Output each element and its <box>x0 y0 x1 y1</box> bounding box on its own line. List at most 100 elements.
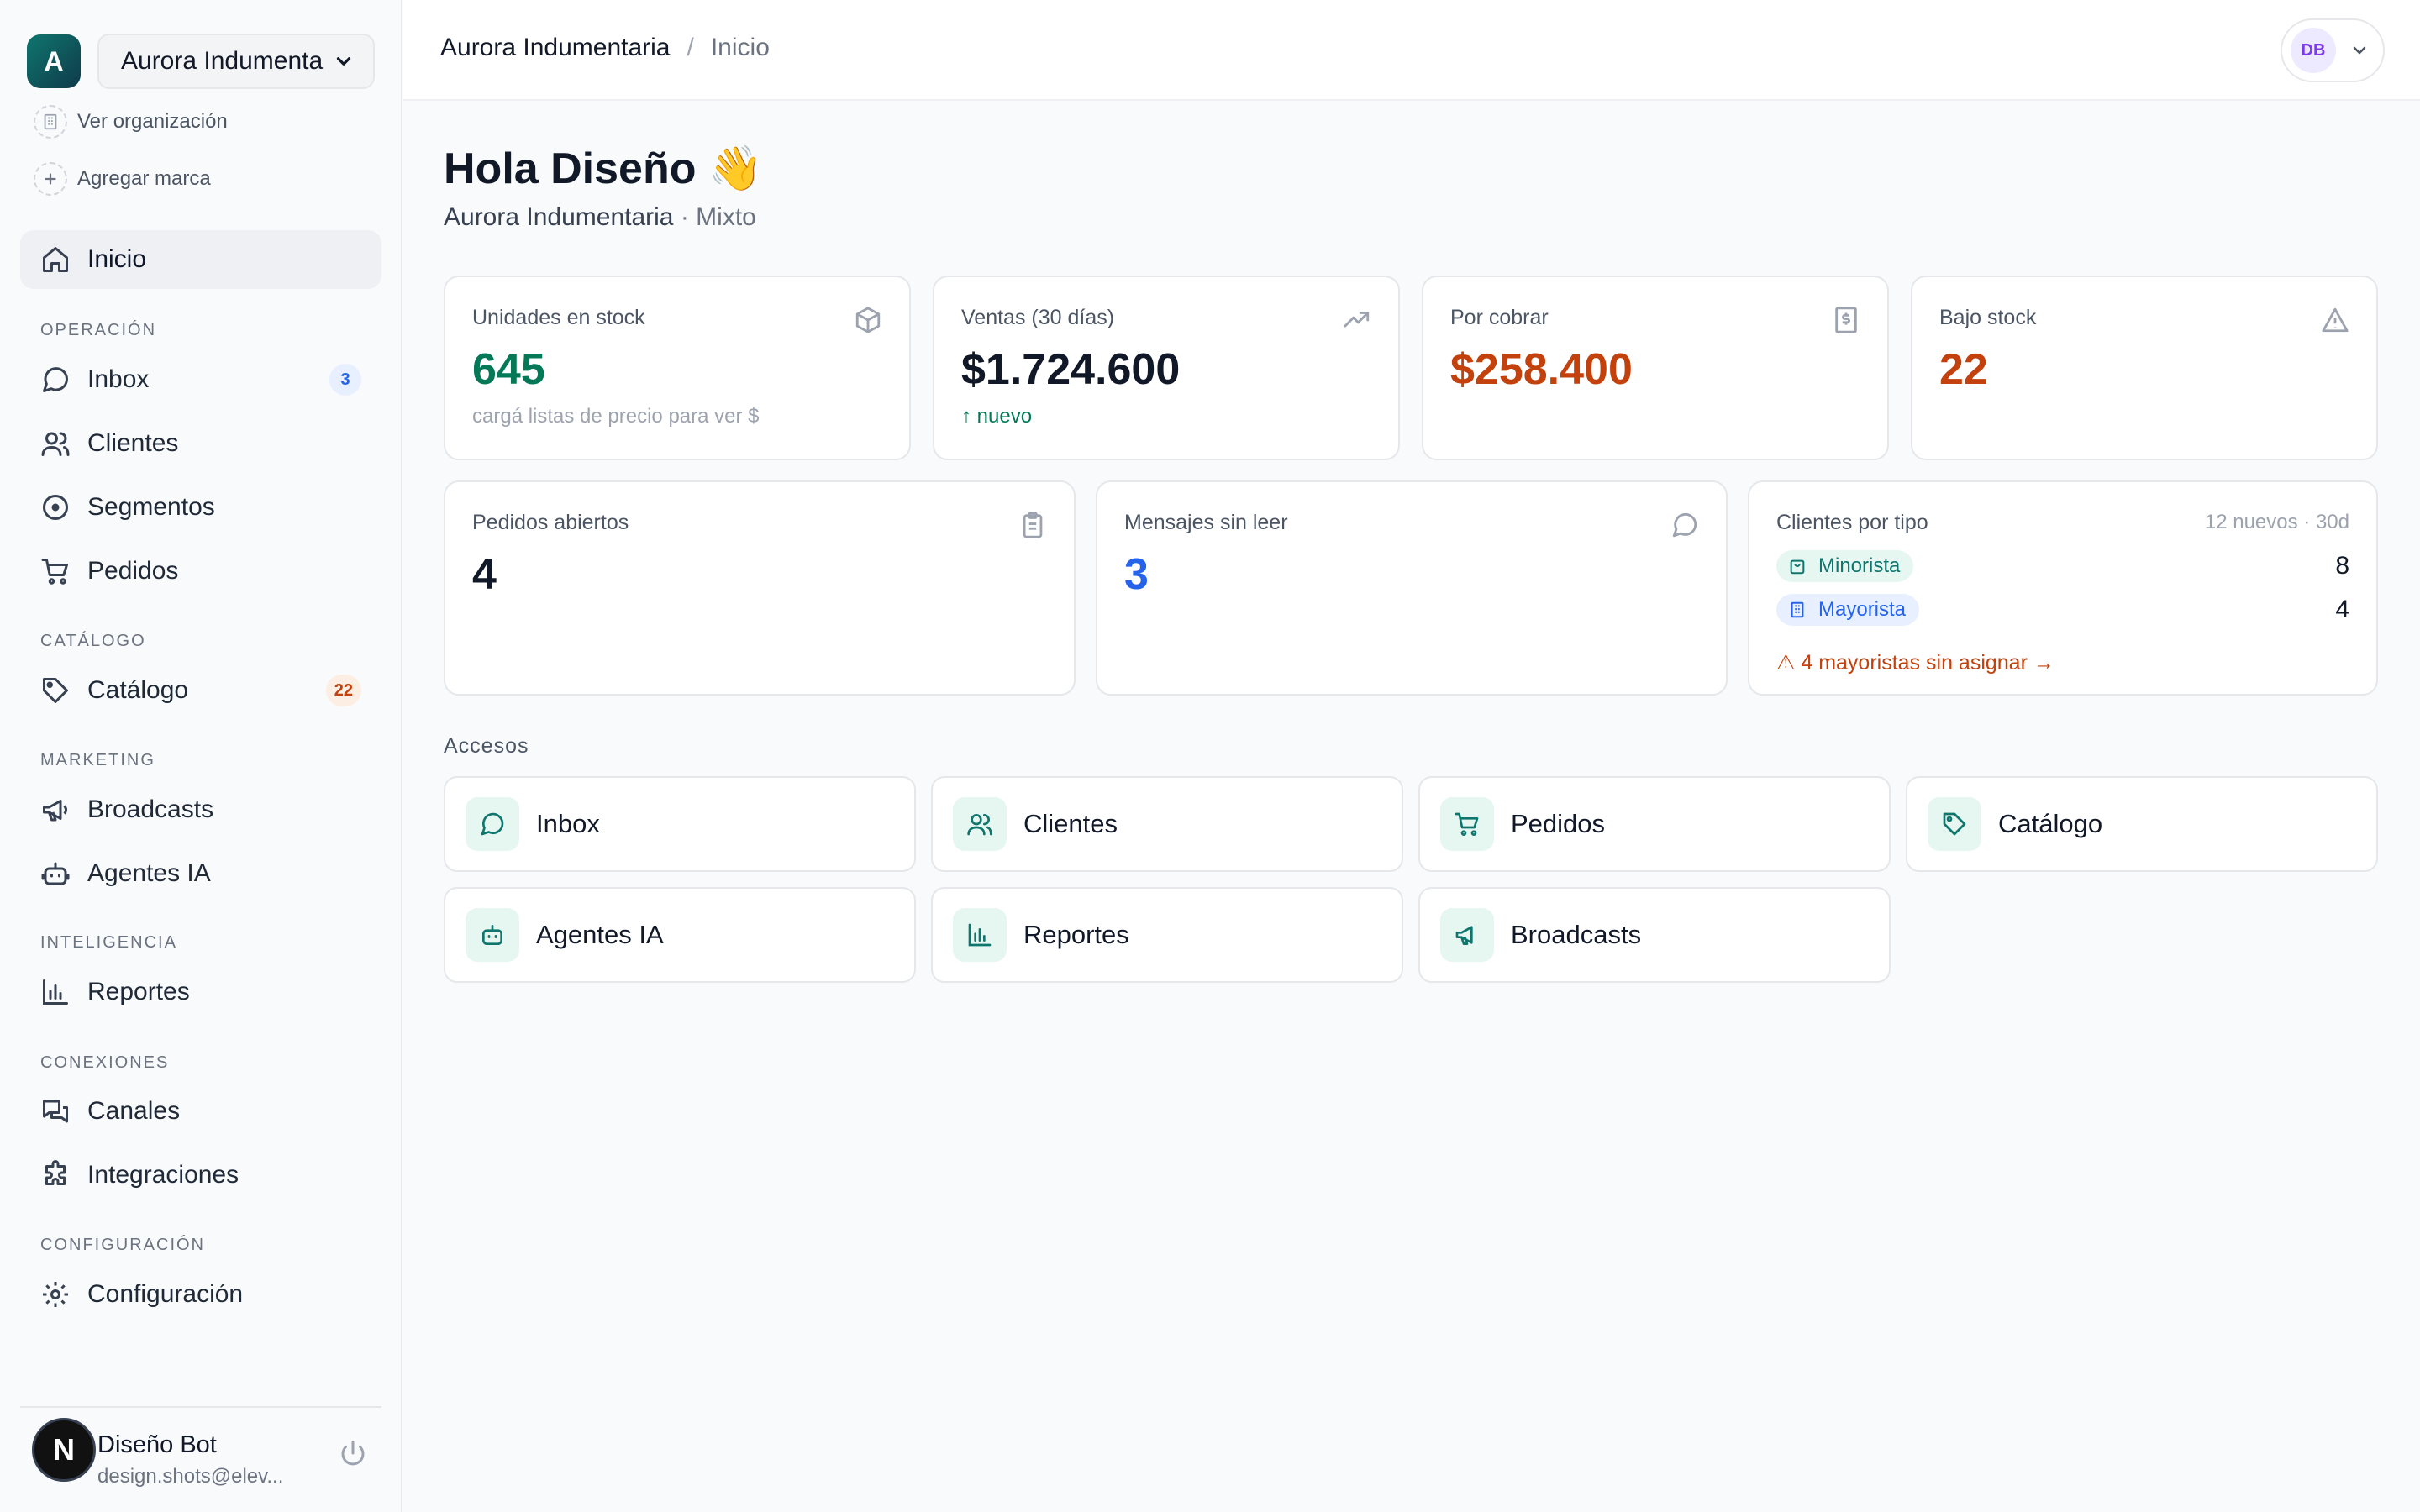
shortcut-pedidos[interactable]: Pedidos <box>1418 776 1891 872</box>
shortcut-agentes[interactable]: Agentes IA <box>444 887 916 983</box>
stat-value: $1.724.600 <box>961 345 1181 394</box>
power-icon[interactable] <box>338 1438 368 1468</box>
message-circle-icon <box>466 797 519 851</box>
shortcut-reportes[interactable]: Reportes <box>931 887 1403 983</box>
nav-section-marketing: Marketing <box>40 751 155 769</box>
stat-value: 4 <box>472 550 497 599</box>
sidebar-item-label: Catálogo <box>87 676 189 704</box>
sidebar-item-clientes[interactable]: Clientes <box>20 414 381 473</box>
cart-icon <box>41 559 68 585</box>
sidebar-item-segmentos[interactable]: Segmentos <box>20 478 381 537</box>
mayorista-row: Mayorista 4 <box>1776 594 2349 626</box>
catalogo-count-badge: 22 <box>325 675 361 706</box>
inbox-count-badge: 3 <box>329 364 361 396</box>
sidebar-item-pedidos[interactable]: Pedidos <box>20 542 381 601</box>
add-brand-label: Agregar marca <box>77 167 211 190</box>
shortcut-label: Broadcasts <box>1511 920 1642 949</box>
nav-section-inteligencia: Inteligencia <box>40 933 177 952</box>
avatar[interactable]: N <box>32 1418 96 1482</box>
account-menu-button[interactable]: DB <box>2281 18 2385 82</box>
stat-card-mensajes[interactable]: Mensajes sin leer 3 <box>1096 480 1728 696</box>
puzzle-icon <box>45 1160 66 1185</box>
sidebar-item-label: Pedidos <box>87 557 179 585</box>
alert-triangle-icon <box>2322 307 2349 333</box>
sidebar-item-catalogo[interactable]: Catálogo 22 <box>20 661 381 720</box>
sidebar-item-label: Broadcasts <box>87 795 214 823</box>
megaphone-icon <box>1440 908 1494 962</box>
org-switcher: A Aurora Indumentaria <box>27 34 375 89</box>
clipboard-icon <box>1023 512 1043 538</box>
sidebar-item-inicio[interactable]: Inicio <box>20 230 381 289</box>
message-circle-icon <box>1672 513 1697 538</box>
sidebar-item-configuracion[interactable]: Configuración <box>20 1265 381 1324</box>
stat-card-pedidos-abiertos[interactable]: Pedidos abiertos 4 <box>444 480 1076 696</box>
sidebar-item-inbox[interactable]: Inbox 3 <box>20 350 381 409</box>
sidebar-item-agentes[interactable]: Agentes IA <box>20 844 381 903</box>
sidebar-item-integraciones[interactable]: Integraciones <box>20 1146 381 1205</box>
stat-label: Unidades en stock <box>472 306 645 329</box>
shortcut-catalogo[interactable]: Catálogo <box>1906 776 2378 872</box>
stat-value: 645 <box>472 345 545 394</box>
sidebar-item-reportes[interactable]: Reportes <box>20 963 381 1021</box>
bar-chart-icon <box>43 979 68 1005</box>
user-email: design.shots@elev... <box>97 1465 284 1488</box>
users-icon <box>41 432 70 456</box>
tag-icon <box>43 678 68 703</box>
view-organization-link[interactable]: Ver organización <box>34 105 228 139</box>
user-name: Diseño Bot <box>97 1431 217 1458</box>
shortcut-inbox[interactable]: Inbox <box>444 776 916 872</box>
shortcut-label: Inbox <box>536 809 600 838</box>
mayorista-label: Mayorista <box>1818 598 1907 621</box>
sidebar-item-broadcasts[interactable]: Broadcasts <box>20 780 381 839</box>
mayorista-pill[interactable]: Mayorista <box>1776 594 1920 626</box>
trending-up-icon <box>1344 312 1370 328</box>
chevron-down-icon <box>2353 46 2366 55</box>
nav-section-conexiones: Conexiones <box>40 1053 170 1072</box>
page-title: Hola Diseño 👋 <box>444 144 763 193</box>
stat-label: Bajo stock <box>1939 306 2037 329</box>
stat-card-bajo-stock[interactable]: Bajo stock 22 <box>1911 276 2378 460</box>
nav-section-configuracion: Configuración <box>40 1236 205 1254</box>
minorista-row: Minorista 8 <box>1776 550 2349 582</box>
org-select[interactable]: Aurora Indumentaria <box>97 34 375 89</box>
target-icon <box>43 495 68 520</box>
breadcrumb-org[interactable]: Aurora Indumentaria <box>440 34 671 62</box>
stat-label: Ventas (30 días) <box>961 306 1115 329</box>
unassigned-wholesalers-link[interactable]: ⚠ 4 mayoristas sin asignar → <box>1776 650 2054 675</box>
tag-icon <box>1928 797 1981 851</box>
breadcrumb-current: Inicio <box>710 34 770 61</box>
sidebar-item-label: Integraciones <box>87 1161 239 1189</box>
stat-card-por-cobrar[interactable]: Por cobrar $258.400 <box>1422 276 1889 460</box>
top-bar: Aurora Indumentaria / Inicio DB <box>403 0 2420 101</box>
shortcut-clientes[interactable]: Clientes <box>931 776 1403 872</box>
mayorista-count: 4 <box>2335 596 2349 623</box>
account-avatar: DB <box>2291 28 2336 73</box>
sidebar-item-label: Agentes IA <box>87 859 211 887</box>
add-brand-link[interactable]: Agregar marca <box>34 162 211 196</box>
package-icon <box>855 307 881 333</box>
receipt-icon <box>1835 307 1857 333</box>
shortcut-broadcasts[interactable]: Broadcasts <box>1418 887 1891 983</box>
shortcut-label: Agentes IA <box>536 920 664 949</box>
sidebar-item-label: Canales <box>87 1097 181 1125</box>
accesos-heading: Accesos <box>444 734 529 758</box>
sidebar-item-label: Inicio <box>87 245 147 273</box>
stat-card-ventas[interactable]: Ventas (30 días) $1.724.600 ↑ nuevo <box>933 276 1400 460</box>
stat-value: 22 <box>1939 345 1988 394</box>
stat-label: Por cobrar <box>1450 306 1549 329</box>
building-icon <box>1791 601 1804 618</box>
stat-note: cargá listas de precio para ver $ <box>472 405 760 428</box>
chevron-down-icon <box>336 57 351 66</box>
shortcut-label: Pedidos <box>1511 809 1606 838</box>
breadcrumb-separator: / <box>687 34 694 61</box>
page-subtitle: Aurora Indumentaria · Mixto <box>444 203 756 232</box>
stat-label: Clientes por tipo <box>1776 511 1928 534</box>
sidebar-item-canales[interactable]: Canales <box>20 1082 381 1141</box>
stat-card-stock[interactable]: Unidades en stock 645 cargá listas de pr… <box>444 276 911 460</box>
bot-icon <box>41 862 70 885</box>
shortcut-label: Reportes <box>1023 920 1129 949</box>
stat-label: Pedidos abiertos <box>472 511 629 534</box>
minorista-pill[interactable]: Minorista <box>1776 550 1914 582</box>
building-icon <box>34 105 67 139</box>
subtitle-mode: · Mixto <box>673 203 756 231</box>
